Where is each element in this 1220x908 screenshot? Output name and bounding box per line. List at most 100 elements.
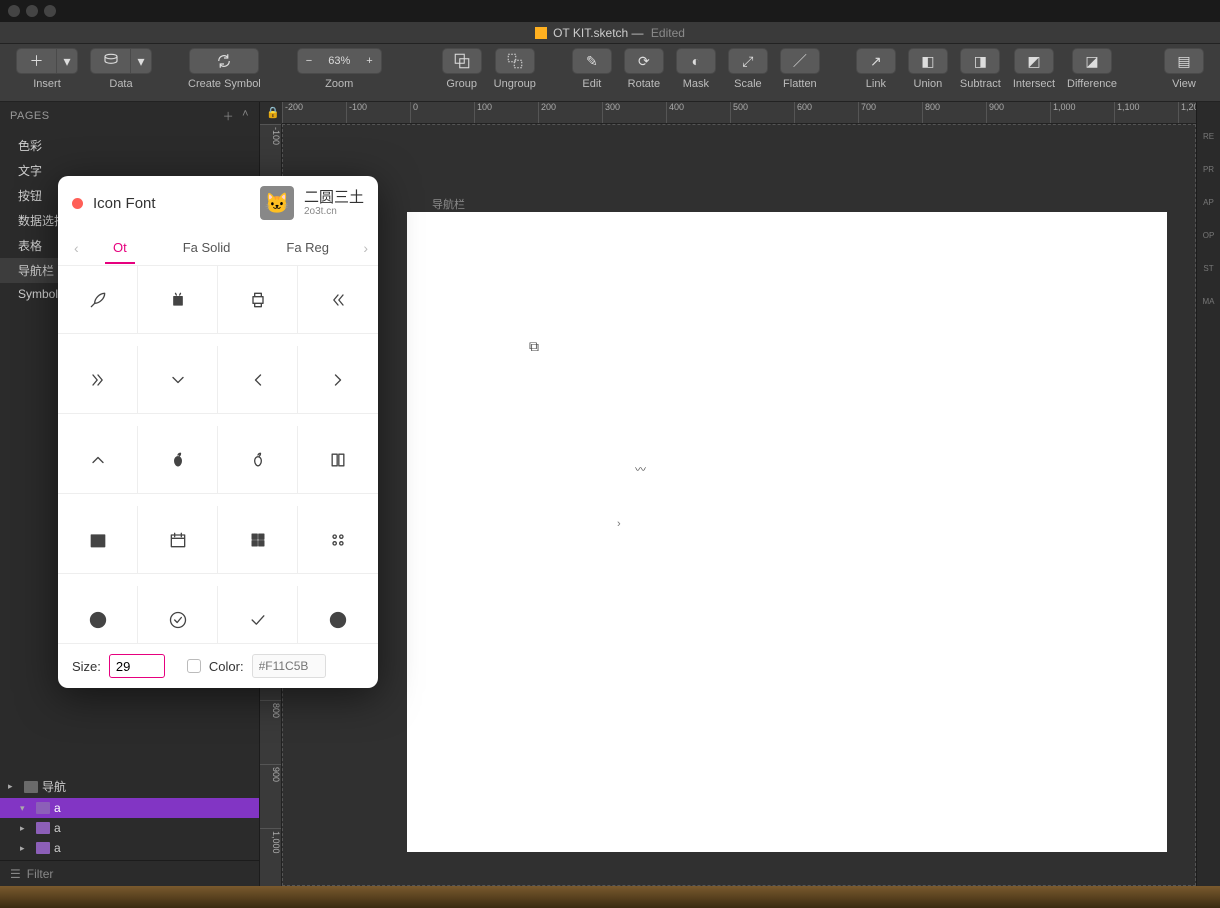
layer-row[interactable]: ▸a [0, 838, 259, 858]
page-item[interactable]: 色彩 [0, 133, 259, 158]
mask-button[interactable]: ◐ [676, 48, 716, 74]
canvas-placed-icon[interactable]: 〰 [635, 461, 646, 477]
view-button[interactable]: ▤ [1164, 48, 1204, 74]
rotate-label: Rotate [628, 78, 660, 90]
flatten-button[interactable]: ／ [780, 48, 820, 74]
icon-cell-chevron-right[interactable] [298, 346, 378, 414]
icon-cell-check[interactable] [218, 586, 298, 644]
icon-cell-calendar-filled[interactable] [58, 506, 138, 574]
inspector-section-hint: ST [1203, 264, 1213, 273]
scale-button[interactable]: ⤢ [728, 48, 768, 74]
plugin-titlebar[interactable]: Icon Font 🐱 二圆三土 2o3t.cn [58, 176, 378, 230]
icon-cell-double-left[interactable] [298, 266, 378, 334]
icon-cell-watch[interactable] [218, 266, 298, 334]
icon-cell-chevron-up[interactable] [58, 426, 138, 494]
icon-cell-x-circle-filled[interactable] [298, 586, 378, 644]
artboard[interactable]: ⧉ 〰 › [407, 212, 1167, 852]
group-button[interactable] [442, 48, 482, 74]
union-button[interactable]: ◧ [908, 48, 948, 74]
tabs-prev-button[interactable]: ‹ [72, 240, 81, 256]
pages-title: PAGES [10, 110, 50, 122]
zoom-control[interactable]: − 63% + [297, 48, 382, 74]
double-left-icon [328, 290, 348, 310]
scale-label: Scale [734, 78, 762, 90]
plugin-tab[interactable]: Fa Reg [282, 232, 333, 263]
icon-cell-android[interactable] [138, 266, 218, 334]
rotate-button[interactable]: ⟳ [624, 48, 664, 74]
plugin-author-url: 2o3t.cn [304, 206, 364, 218]
color-enable-checkbox[interactable] [187, 659, 201, 673]
difference-button[interactable]: ◪ [1072, 48, 1112, 74]
icon-cell-book[interactable] [298, 426, 378, 494]
data-menu-caret[interactable]: ▾ [130, 48, 152, 74]
plugin-tab[interactable]: Fa Solid [179, 232, 235, 263]
traffic-light [26, 5, 38, 17]
layer-row[interactable]: ▾a [0, 798, 259, 818]
size-input[interactable] [109, 654, 165, 678]
canvas-placed-icon[interactable]: › [617, 518, 621, 530]
tabs-next-button[interactable]: › [361, 240, 370, 256]
insert-button[interactable]: ＋ [16, 48, 56, 74]
icon-cell-check-circle-filled[interactable] [58, 586, 138, 644]
horizontal-ruler: -200-10001002003004005006007008009001,00… [282, 102, 1196, 124]
layer-name: a [54, 841, 251, 855]
plugin-author-name: 二圆三土 [304, 189, 364, 206]
icon-cell-grid-4-filled[interactable] [218, 506, 298, 574]
zoom-value[interactable]: 63% [320, 55, 358, 67]
add-page-button[interactable]: ＋ [223, 108, 235, 124]
watch-icon [248, 290, 268, 310]
data-button[interactable] [90, 48, 130, 74]
filter-input[interactable]: Filter [27, 867, 54, 881]
artboard-layer-row[interactable]: ▸ 导航 [0, 775, 259, 798]
plugin-tab[interactable]: Ot [109, 232, 131, 263]
icon-cell-double-right[interactable] [58, 346, 138, 414]
feather-icon [88, 290, 108, 310]
check-icon [248, 610, 268, 630]
icon-cell-grid-4-outline[interactable] [298, 506, 378, 574]
icon-cell-chevron-left[interactable] [218, 346, 298, 414]
lock-icon[interactable]: 🔒 [266, 106, 280, 119]
ungroup-button[interactable] [495, 48, 535, 74]
icon-cell-check-circle-outline[interactable] [138, 586, 218, 644]
icon-cell-chevron-down[interactable] [138, 346, 218, 414]
artboard-label[interactable]: 导航栏 [432, 196, 465, 212]
disclosure-icon[interactable]: ▸ [20, 823, 32, 834]
link-button[interactable]: ↗ [856, 48, 896, 74]
icon-cell-calendar-outline[interactable] [138, 506, 218, 574]
disclosure-icon[interactable]: ▸ [8, 781, 20, 792]
grid-4-filled-icon [248, 530, 268, 550]
disclosure-icon[interactable]: ▸ [20, 843, 32, 854]
canvas[interactable]: 🔒 -200-10001002003004005006007008009001,… [260, 102, 1196, 886]
color-label: Color: [209, 659, 244, 674]
collapse-pages-button[interactable]: ˄ [242, 108, 249, 124]
icon-cell-apple-filled[interactable] [138, 426, 218, 494]
icon-cell-apple-outline[interactable] [218, 426, 298, 494]
data-label: Data [109, 78, 132, 90]
canvas-placed-icon[interactable]: ⧉ [529, 338, 539, 355]
subtract-button[interactable]: ◨ [960, 48, 1000, 74]
inspector-section-hint: OP [1203, 231, 1215, 240]
inspector-panel-collapsed: REPRAPOPSTMA [1196, 102, 1220, 886]
close-button[interactable] [72, 198, 83, 209]
zoom-in-button[interactable]: + [358, 55, 380, 67]
chevron-down-icon [168, 370, 188, 390]
icon-grid-scroll[interactable] [58, 266, 378, 644]
layer-row[interactable]: ▸a [0, 818, 259, 838]
icon-font-plugin-window[interactable]: Icon Font 🐱 二圆三土 2o3t.cn ‹ Ot Fa Solid Fa … [58, 176, 378, 688]
zoom-out-button[interactable]: − [298, 55, 320, 67]
flatten-label: Flatten [783, 78, 817, 90]
edit-button[interactable]: ✎ [572, 48, 612, 74]
create-symbol-button[interactable] [189, 48, 259, 74]
artboard-icon [24, 781, 38, 793]
insert-menu-caret[interactable]: ▾ [56, 48, 78, 74]
layer-name: 导航 [42, 778, 251, 795]
icon-cell-feather[interactable] [58, 266, 138, 334]
database-icon [102, 52, 120, 70]
color-input[interactable] [252, 654, 326, 678]
check-circle-outline-icon [168, 610, 188, 630]
intersect-button[interactable]: ◩ [1014, 48, 1054, 74]
disclosure-icon[interactable]: ▾ [20, 803, 32, 814]
intersect-label: Intersect [1013, 78, 1055, 90]
icon-grid [58, 266, 378, 644]
grid-4-outline-icon [328, 530, 348, 550]
